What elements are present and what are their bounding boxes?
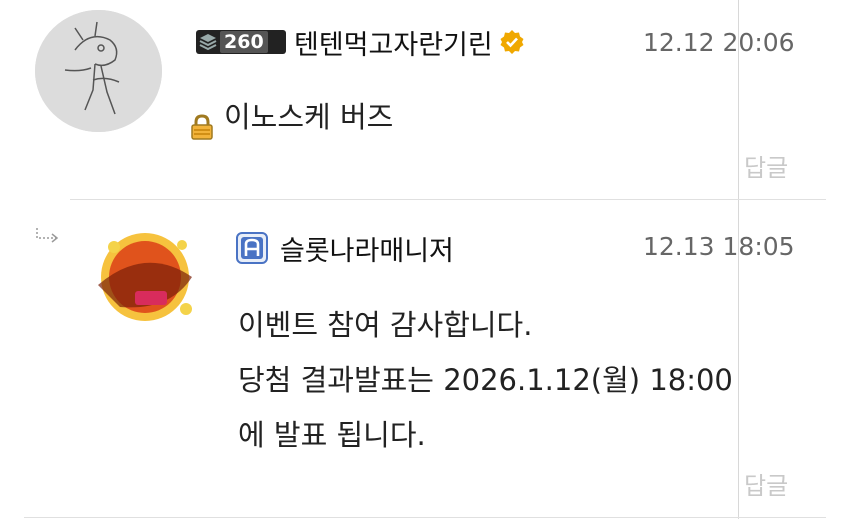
reply-button[interactable]: 답글 <box>744 148 788 183</box>
author-row: 슬롯나라매니저 <box>236 228 454 268</box>
avatar[interactable] <box>80 225 210 330</box>
level-badge: 260 <box>196 30 286 54</box>
comment-line: 이벤트 참여 감사합니다. <box>238 308 533 342</box>
author-row: 260 텐텐먹고자란기린 <box>196 22 525 62</box>
comment-text: 이노스케 버즈 <box>224 100 394 134</box>
author-name[interactable]: 텐텐먹고자란기린 <box>294 23 493 62</box>
comment-body: 이노스케 버즈 <box>188 90 393 145</box>
comment-time: 12.12 20:06 <box>643 28 795 57</box>
admin-badge-icon <box>236 232 268 264</box>
author-name[interactable]: 슬롯나라매니저 <box>280 229 454 268</box>
comment-body: 이벤트 참여 감사합니다. 당첨 결과발표는 2026.1.12(월) 18:0… <box>238 298 733 463</box>
lock-icon <box>188 104 216 140</box>
comment-time: 12.13 18:05 <box>643 232 795 261</box>
level-number: 260 <box>220 31 268 53</box>
verified-badge-icon <box>499 29 525 55</box>
comment-line: 에 발표 됩니다. <box>238 418 426 452</box>
comment-item: 260 텐텐먹고자란기린 12.12 20:06 이노스케 버즈 답글 <box>0 0 850 200</box>
comment-line: 당첨 결과발표는 2026.1.12(월) 18:00 <box>238 363 733 397</box>
comment-divider <box>24 517 826 518</box>
reply-arrow-icon <box>34 227 62 245</box>
level-badge-icon <box>196 30 220 54</box>
reply-button[interactable]: 답글 <box>744 466 788 501</box>
avatar[interactable] <box>35 10 162 132</box>
